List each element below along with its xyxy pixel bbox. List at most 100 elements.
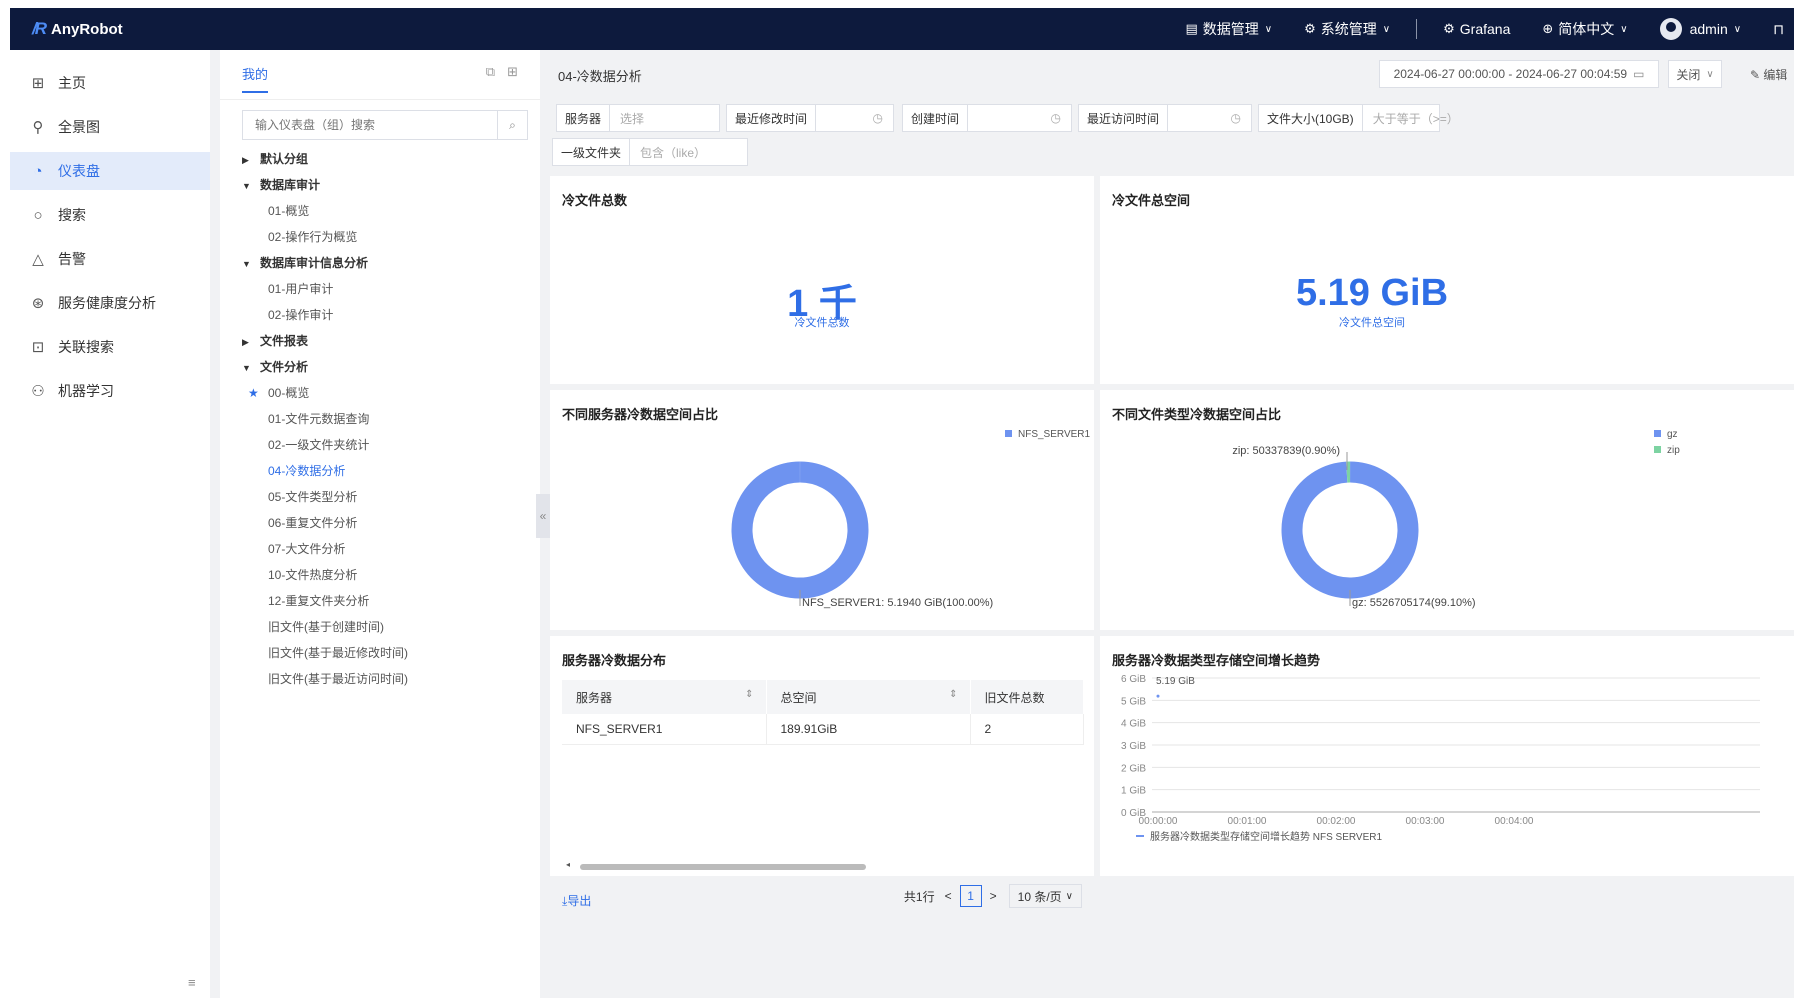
avatar bbox=[1659, 18, 1682, 40]
tree-node-label: 01-用户审计 bbox=[268, 282, 334, 296]
x-tick-label: 00:04:00 bbox=[1495, 816, 1534, 827]
database-icon: ▤ bbox=[1185, 21, 1198, 36]
sidebar-item-label: 告警 bbox=[58, 251, 86, 267]
language-menu[interactable]: ⊕ 简体中文 ∨ bbox=[1542, 19, 1627, 39]
tree-item[interactable]: 旧文件(基于创建时间) bbox=[242, 614, 532, 640]
filter-atime[interactable]: 最近访问时间 ◷ bbox=[1078, 104, 1252, 132]
top-bar: /R AnyRobot ▤ 数据管理 ∨ ⚙ 系统管理 ∨ ⚙ Grafana ⊕ 简体中文… bbox=[10, 8, 1794, 50]
sidebar-item-alert[interactable]: △ 告警 bbox=[10, 240, 210, 278]
lock-icon: ⊓ bbox=[1773, 20, 1784, 37]
column-header-total-space[interactable]: 总空间 ⇕ bbox=[766, 680, 971, 714]
filter-value: ◷ bbox=[968, 105, 1071, 131]
tree-item[interactable]: 06-重复文件分析 bbox=[242, 510, 532, 536]
prev-page-icon[interactable]: < bbox=[945, 889, 952, 903]
edit-button[interactable]: ✎ 编辑 bbox=[1750, 66, 1787, 83]
pagination: 共1行 < 1 > 10 条/页 ∨ bbox=[904, 884, 1082, 908]
table-cell: 2 bbox=[970, 714, 1084, 745]
tree-item[interactable]: 02-操作行为概览 bbox=[242, 224, 532, 250]
divider bbox=[1416, 19, 1418, 39]
tree-item[interactable]: 04-冷数据分析 bbox=[242, 458, 532, 484]
panel-collapse-handle[interactable]: « bbox=[536, 494, 550, 538]
column-header-old-files[interactable]: 旧文件总数 bbox=[970, 680, 1084, 714]
tab-mine[interactable]: 我的 bbox=[242, 64, 269, 93]
tree-search-input[interactable] bbox=[243, 111, 497, 139]
new-group-icon[interactable]: ⧉ bbox=[486, 64, 495, 79]
search-icon: ○ bbox=[33, 206, 43, 224]
horizontal-scrollbar[interactable]: ◂▸ bbox=[566, 860, 1146, 870]
tree-item[interactable]: 旧文件(基于最近修改时间) bbox=[242, 640, 532, 666]
caret-down-icon: ▼ bbox=[242, 181, 251, 191]
tree-tools: ⧉ ⊞ bbox=[474, 64, 518, 80]
x-tick-label: 00:01:00 bbox=[1228, 816, 1267, 827]
tree-item[interactable]: 01-概览 bbox=[242, 198, 532, 224]
clock-icon: ◷ bbox=[872, 111, 883, 125]
clock-icon: ◷ bbox=[1230, 111, 1241, 125]
tree-node-label: 文件报表 bbox=[260, 334, 309, 348]
user-menu[interactable]: admin ∨ bbox=[1659, 18, 1742, 40]
tree-item[interactable]: 02-操作审计 bbox=[242, 302, 532, 328]
grafana-link[interactable]: ⚙ Grafana bbox=[1443, 21, 1510, 37]
dashboard-icon: ◔ bbox=[33, 162, 43, 180]
tree-item[interactable]: 10-文件热度分析 bbox=[242, 562, 532, 588]
search-button[interactable]: ⌕ bbox=[497, 111, 527, 139]
sys-mgmt-menu[interactable]: ⚙ 系统管理 ∨ bbox=[1304, 19, 1390, 39]
chevron-down-icon: ∨ bbox=[1733, 23, 1742, 35]
time-range-picker[interactable]: 2024-06-27 00:00:00 - 2024-06-27 00:04:5… bbox=[1379, 60, 1659, 88]
filter-size[interactable]: 文件大小(10GB) 大于等于（>=） bbox=[1258, 104, 1459, 132]
scrollbar-thumb[interactable] bbox=[580, 864, 866, 870]
tree-group[interactable]: ▼ 数据库审计 bbox=[242, 172, 532, 198]
tree-item[interactable]: 12-重复文件夹分析 bbox=[242, 588, 532, 614]
tree-item[interactable]: 01-用户审计 bbox=[242, 276, 532, 302]
chevron-down-icon: ∨ bbox=[1706, 68, 1714, 80]
tree-group[interactable]: ▼ 数据库审计信息分析 bbox=[242, 250, 532, 276]
tree-item[interactable]: 01-文件元数据查询 bbox=[242, 406, 532, 432]
tree-node-label: 00-概览 bbox=[268, 386, 310, 400]
collapse-menu-icon[interactable]: ≡ bbox=[188, 975, 196, 990]
pie-slice-label: zip: 50337839(0.90%) bbox=[1232, 445, 1340, 457]
tree-node-label: 01-概览 bbox=[268, 204, 310, 218]
card-type-pie: 不同文件类型冷数据空间占比 gz: 5526705174(99.10%) zip:… bbox=[1100, 390, 1794, 630]
sidebar-item-panorama[interactable]: ⚲ 全景图 bbox=[10, 108, 210, 146]
card-title: 冷文件总数 bbox=[562, 193, 628, 208]
sort-icon[interactable]: ⇕ bbox=[745, 689, 753, 700]
card-server-table: 服务器冷数据分布 服务器 ⇕ 总空间 ⇕ 旧文件总数 NFS_SERVER1 189… bbox=[550, 636, 1146, 908]
sidebar-item-health[interactable]: ⊛ 服务健康度分析 bbox=[10, 284, 210, 322]
ml-icon: ⚇ bbox=[31, 383, 45, 400]
tree-tabs: 我的 ⧉ ⊞ bbox=[220, 50, 540, 100]
tree-node-label: 02-操作行为概览 bbox=[268, 230, 358, 244]
filter-mtime[interactable]: 最近修改时间 ◷ bbox=[726, 104, 894, 132]
calendar-icon: ▭ bbox=[1633, 67, 1645, 81]
tree-group[interactable]: ▼ 文件分析 bbox=[242, 354, 532, 380]
column-header-server[interactable]: 服务器 ⇕ bbox=[562, 680, 767, 714]
scroll-left-icon[interactable]: ◂ bbox=[566, 860, 570, 869]
tree-item[interactable]: 旧文件(基于最近访问时间) bbox=[242, 666, 532, 692]
page-number[interactable]: 1 bbox=[959, 885, 982, 907]
sidebar-item-link-search[interactable]: ⊡ 关联搜索 bbox=[10, 328, 210, 366]
table-cell: 189.91GiB bbox=[766, 714, 971, 745]
export-button[interactable]: ⤓导出 bbox=[562, 892, 591, 909]
page-size-select[interactable]: 10 条/页 ∨ bbox=[1008, 884, 1082, 908]
next-page-icon[interactable]: > bbox=[990, 889, 997, 903]
tree-item[interactable]: 02-一级文件夹统计 bbox=[242, 432, 532, 458]
tree-node-label: 数据库审计 bbox=[260, 178, 321, 192]
tree-item[interactable]: ★ 00-概览 bbox=[242, 380, 532, 406]
tree-group[interactable]: ▶ 文件报表 bbox=[242, 328, 532, 354]
sidebar-item-home[interactable]: ⊞ 主页 bbox=[10, 64, 210, 102]
tree-node-label: 05-文件类型分析 bbox=[268, 490, 358, 504]
clock-icon: ◷ bbox=[1050, 111, 1061, 125]
tree-group[interactable]: ▶ 默认分组 bbox=[242, 146, 532, 172]
tree-item[interactable]: 07-大文件分析 bbox=[242, 536, 532, 562]
add-dashboard-icon[interactable]: ⊞ bbox=[507, 64, 518, 79]
lock-button[interactable]: ⊓ bbox=[1773, 21, 1784, 38]
refresh-select[interactable]: 关闭 ∨ bbox=[1668, 60, 1722, 88]
tree-item[interactable]: 05-文件类型分析 bbox=[242, 484, 532, 510]
data-mgmt-menu[interactable]: ▤ 数据管理 ∨ bbox=[1186, 19, 1273, 39]
filter-server[interactable]: 服务器 选择 bbox=[556, 104, 720, 132]
sidebar-item-dashboard[interactable]: ◔ 仪表盘 bbox=[10, 152, 210, 190]
sidebar-item-ml[interactable]: ⚇ 机器学习 bbox=[10, 372, 210, 410]
sort-icon[interactable]: ⇕ bbox=[949, 689, 957, 700]
sidebar-item-search[interactable]: ○ 搜索 bbox=[10, 196, 210, 234]
filter-folder[interactable]: 一级文件夹 包含（like） bbox=[552, 138, 748, 166]
app-logo[interactable]: /R AnyRobot bbox=[32, 19, 123, 39]
filter-ctime[interactable]: 创建时间 ◷ bbox=[902, 104, 1072, 132]
